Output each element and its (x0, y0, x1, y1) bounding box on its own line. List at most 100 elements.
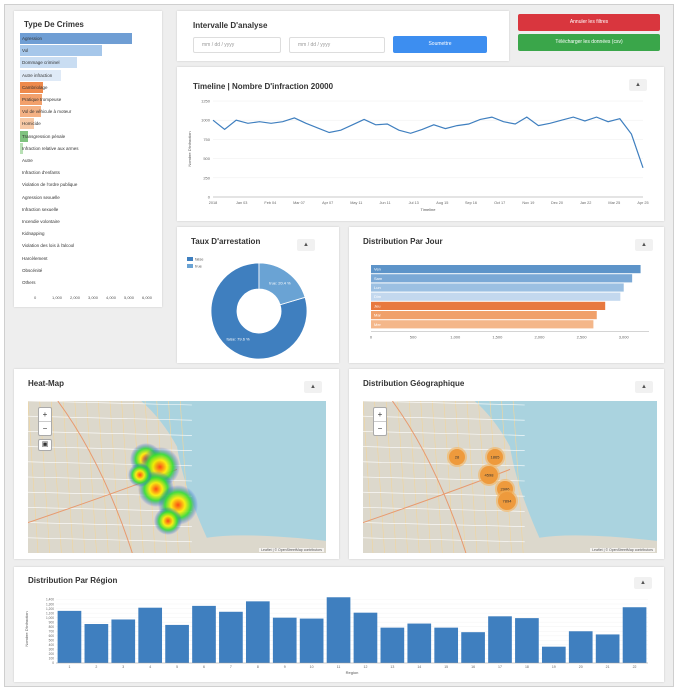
region-bar (541, 646, 566, 663)
y-tick-label: 500 (203, 156, 210, 161)
start-date-input[interactable]: mm / dd / yyyy (193, 37, 281, 53)
heat-spot (128, 463, 152, 487)
x-tick-label: Aug 15 (436, 201, 448, 205)
timeline-title: Timeline | Nombre D'infraction 20000 (193, 82, 334, 91)
timeline-card: Timeline | Nombre D'infraction 20000 ▲ 0… (177, 67, 664, 221)
legend-label: true (195, 264, 203, 269)
x-tick-label: Nov 19 (522, 201, 534, 205)
x-tick-label: 3 (122, 665, 124, 669)
hamburger-icon[interactable]: ▲ (634, 577, 652, 589)
heatmap-title: Heat-Map (28, 379, 65, 388)
x-tick-label: 2,000 (534, 334, 545, 339)
y-tick-label: 600 (49, 634, 55, 638)
crime-type-label: Others (22, 280, 36, 285)
region-bar-chart: 01002003004005006007008009001,0001,1001,… (24, 597, 648, 675)
x-axis-label: Timeline (421, 207, 437, 212)
x-tick-label: Apr 25 (637, 201, 648, 205)
crime-type-label: Kidnapping (22, 231, 45, 237)
crime-types-card: Type De Crimes Agression Vol Dommage crimi… (14, 11, 162, 307)
x-tick-label: 1,500 (492, 334, 503, 339)
crime-type-label: Incendie volontaire (22, 219, 60, 224)
download-csv-button[interactable]: Télécharger les données (csv) (518, 34, 660, 51)
crime-type-label: Obscénité (22, 267, 43, 273)
slice-label: false: 79.6 % (227, 337, 251, 342)
y-tick-label: 100 (49, 657, 55, 661)
cluster-label: 1865 (491, 455, 501, 460)
x-tick-label: 9 (284, 665, 286, 669)
zoom-in-button[interactable]: + (374, 408, 386, 422)
region-bar (595, 634, 620, 663)
y-tick-label: 1,300 (46, 602, 54, 606)
x-tick-label: 15 (444, 665, 448, 669)
crime-type-label: Vol (22, 48, 29, 54)
hamburger-icon[interactable]: ▲ (635, 381, 653, 393)
x-tick-label: 3,000 (619, 334, 630, 339)
arrest-pie-chart: false true false: 79.6 % true: 20.4 % (187, 257, 308, 359)
hamburger-icon[interactable]: ▲ (304, 381, 322, 393)
layers-icon[interactable]: ▣ (38, 439, 52, 451)
cancel-filters-button[interactable]: Annuler les filtres (518, 14, 660, 31)
x-tick-label: Feb 04 (264, 201, 276, 205)
legend-label: false (195, 257, 204, 262)
y-tick-label: 1,200 (46, 607, 54, 611)
end-date-input[interactable]: mm / dd / yyyy (289, 37, 385, 53)
zoom-in-button[interactable]: + (39, 408, 51, 422)
region-bar (326, 597, 351, 663)
x-tick-label: 18 (525, 665, 529, 669)
heatmap-map-canvas (28, 401, 326, 553)
axis-tick-label: 0 (34, 295, 37, 301)
day-bar (371, 301, 606, 310)
x-tick-label: 6 (203, 665, 205, 669)
y-tick-label: 1,400 (46, 598, 54, 602)
x-tick-label: Jun 11 (379, 201, 390, 205)
submit-button[interactable]: Soumettre (393, 36, 487, 53)
x-tick-label: 5 (176, 665, 178, 669)
axis-tick-label: 5,000 (124, 295, 135, 301)
y-axis-label: Nombre D'infraction (24, 611, 29, 646)
x-tick-label: 2 (95, 665, 97, 669)
x-tick-label: 7 (230, 665, 232, 669)
crime-type-bar[interactable] (20, 45, 103, 57)
crime-type-label: Pratique trompeuse (22, 97, 62, 102)
region-bar (192, 605, 216, 663)
y-tick-label: 900 (49, 620, 55, 624)
slice-label: true: 20.4 % (269, 280, 291, 285)
x-tick-label: Jul 13 (409, 201, 419, 205)
crime-type-label: Dommage criminel (22, 60, 60, 66)
region-bar (219, 611, 243, 663)
hamburger-icon[interactable]: ▲ (297, 239, 315, 251)
cluster-label: 4598 (485, 473, 495, 478)
region-bar (299, 618, 324, 663)
region-bar (488, 616, 512, 663)
day-distribution-card: Distribution Par Jour ▲ Ven Sam Lun Dim Jeu M… (349, 227, 664, 363)
x-tick-label: Dec 20 (551, 201, 563, 205)
region-bar (111, 619, 136, 663)
day-bar (371, 274, 633, 283)
y-tick-label: 1250 (201, 99, 211, 104)
zoom-out-button[interactable]: − (374, 422, 386, 435)
axis-tick-label: 6,000 (142, 295, 153, 301)
hamburger-icon[interactable]: ▲ (635, 239, 653, 251)
y-tick-label: 750 (203, 137, 210, 142)
heatmap-map[interactable]: + − ▣ Leaflet | © OpenStreetMap contribu… (28, 401, 326, 553)
day-bar-label: Mer (374, 322, 382, 327)
region-title: Distribution Par Région (28, 576, 118, 585)
heat-spot (154, 507, 182, 535)
region-bar (138, 607, 163, 663)
y-tick-label: 0 (208, 195, 211, 200)
geo-map[interactable]: 28 1865 4598 2986 7894 + − Leaflet | © OpenS… (363, 401, 657, 553)
crime-type-label: Infraction d'enfants (22, 170, 60, 176)
day-bar-label: Ven (374, 267, 381, 272)
zoom-out-button[interactable]: − (39, 422, 51, 435)
y-tick-label: 800 (49, 625, 55, 629)
day-bar-label: Dim (374, 294, 382, 299)
y-tick-label: 200 (49, 652, 55, 656)
day-bar (371, 320, 594, 329)
x-tick-label: 4 (149, 665, 151, 669)
region-bar (568, 631, 593, 663)
region-bar (434, 627, 459, 663)
crime-type-label: Autre (22, 158, 33, 163)
hamburger-icon[interactable]: ▲ (629, 79, 647, 91)
region-bar (353, 612, 378, 663)
geo-card: Distribution Géographique ▲ 28 1865 4598 29… (349, 369, 664, 559)
